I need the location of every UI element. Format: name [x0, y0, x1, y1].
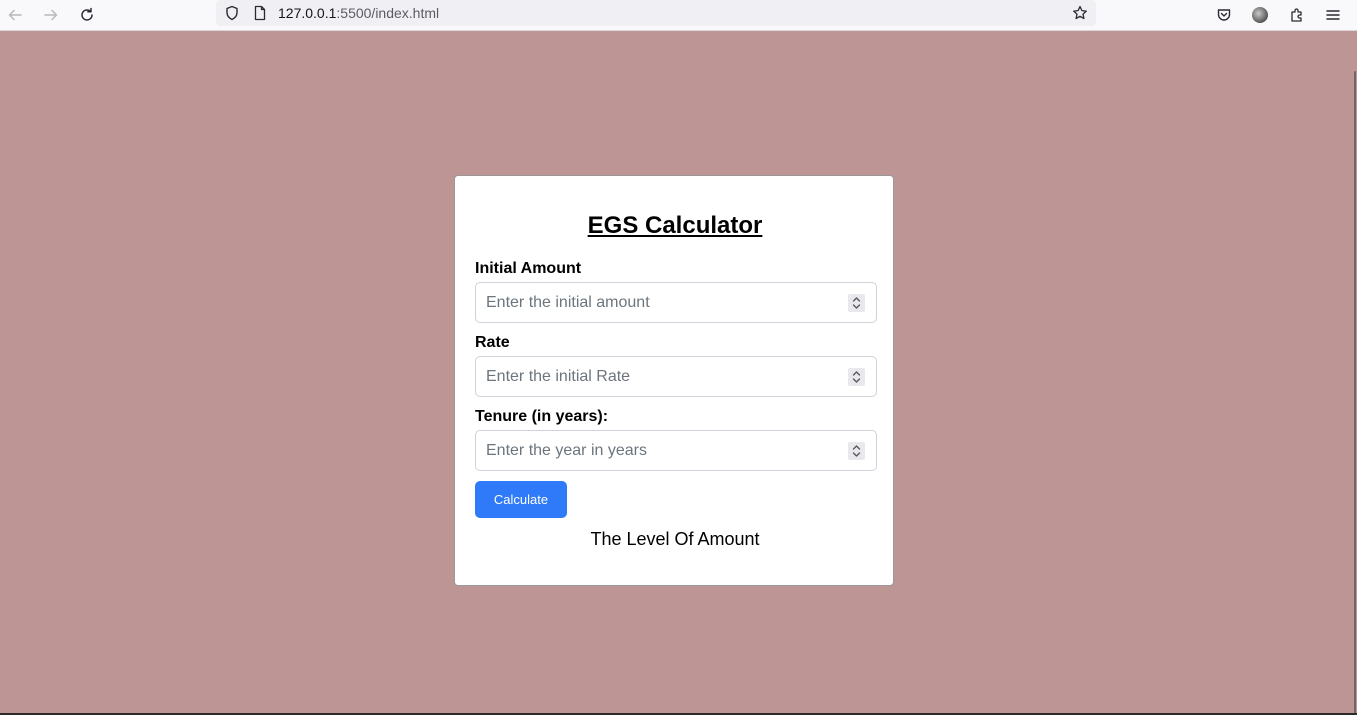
browser-toolbar: 127.0.0.1:5500/index.html	[0, 0, 1357, 31]
pocket-icon[interactable]	[1212, 3, 1236, 27]
url-path: :5500/index.html	[336, 5, 440, 21]
page-title: EGS Calculator	[587, 212, 763, 239]
page-scrollbar[interactable]	[1353, 31, 1357, 715]
page-icon	[248, 1, 272, 25]
forward-arrow-icon[interactable]	[39, 3, 63, 27]
rate-input[interactable]	[486, 366, 836, 388]
spinner-icon[interactable]	[848, 368, 865, 386]
tenure-label: Tenure (in years):	[475, 408, 609, 425]
scroll-thumb[interactable]	[1354, 71, 1356, 715]
result-text: The Level Of Amount	[590, 529, 760, 549]
reload-icon[interactable]	[75, 3, 99, 27]
menu-icon[interactable]	[1321, 3, 1345, 27]
url-host: 127.0.0.1	[278, 5, 337, 21]
back-arrow-icon[interactable]	[3, 3, 27, 27]
initial-amount-input[interactable]	[486, 292, 836, 314]
tenure-input[interactable]	[486, 440, 836, 462]
spinner-icon[interactable]	[848, 442, 865, 460]
spinner-icon[interactable]	[848, 294, 865, 312]
calculate-button[interactable]: Calculate	[475, 481, 567, 518]
rate-field[interactable]	[475, 356, 877, 397]
calculator-card: EGS Calculator Initial Amount Rate Tenur…	[454, 175, 894, 586]
initial-amount-label: Initial Amount	[475, 260, 582, 277]
address-bar[interactable]: 127.0.0.1:5500/index.html	[216, 0, 1096, 26]
rate-label: Rate	[475, 334, 510, 351]
initial-amount-field[interactable]	[475, 282, 877, 323]
tenure-field[interactable]	[475, 430, 877, 471]
url-text[interactable]: 127.0.0.1:5500/index.html	[278, 5, 439, 21]
extensions-icon[interactable]	[1285, 3, 1309, 27]
shield-icon[interactable]	[220, 1, 244, 25]
account-avatar-icon[interactable]	[1248, 3, 1272, 27]
bookmark-star-icon[interactable]	[1068, 1, 1092, 25]
